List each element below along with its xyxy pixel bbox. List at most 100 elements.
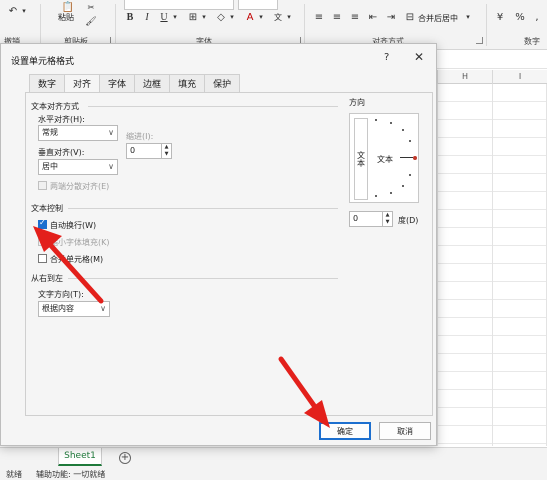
sheet-tab-sheet1[interactable]: Sheet1 (58, 448, 102, 466)
grid-line (492, 84, 493, 446)
format-painter-icon[interactable]: 🖌 (84, 15, 98, 29)
degrees-value: 0 (353, 214, 359, 223)
cancel-button[interactable]: 取消 (379, 422, 431, 440)
add-sheet-button[interactable]: + (119, 452, 131, 464)
group-number-label: 数字 (524, 37, 540, 46)
merge-center-dropdown-icon[interactable]: ▾ (464, 10, 472, 24)
tab-number[interactable]: 数字 (29, 74, 66, 92)
decrease-indent-icon[interactable]: ⇤ (366, 10, 380, 24)
angle-marker (390, 122, 392, 124)
font-size-select[interactable] (238, 0, 278, 10)
section-divider (68, 278, 338, 279)
wrap-text-label: 自动换行(W) (50, 221, 97, 230)
text-control-section-label: 文本控制 (31, 204, 63, 213)
text-direction-label: 文字方向(T): (38, 290, 84, 299)
status-ready: 就绪 (6, 470, 22, 479)
merge-cells-checkbox[interactable] (38, 254, 47, 263)
justify-distributed-checkbox[interactable] (38, 181, 47, 190)
phonetic-icon[interactable]: 文 (271, 10, 285, 24)
undo-dropdown-icon[interactable]: ▾ (20, 4, 28, 18)
merge-center-icon[interactable]: ⊟ (404, 10, 416, 24)
angle-marker (402, 129, 404, 131)
dialog-title: 设置单元格格式 (11, 57, 75, 67)
cut-icon[interactable]: ✂ (84, 0, 98, 14)
close-icon[interactable]: ✕ (414, 50, 424, 64)
orientation-pointer (400, 157, 413, 158)
tab-protection[interactable]: 保护 (204, 74, 241, 92)
tab-fill[interactable]: 填充 (169, 74, 206, 92)
horizontal-align-select[interactable]: 常规 ∨ (38, 125, 118, 141)
ok-button[interactable]: 确定 (319, 422, 371, 440)
justify-distributed-label: 两端分散对齐(E) (50, 182, 110, 191)
ribbon-divider (486, 4, 487, 46)
paste-button-label[interactable]: 粘贴 (58, 12, 74, 23)
section-divider (68, 208, 338, 209)
degrees-label: 度(D) (398, 216, 419, 225)
spinner-arrows-icon[interactable]: ▲ ▼ (382, 212, 392, 226)
orientation-text: 文本 (377, 155, 393, 164)
vertical-align-label: 垂直对齐(V): (38, 148, 85, 157)
accounting-format-icon[interactable]: ¥ (494, 10, 506, 24)
tab-border[interactable]: 边框 (134, 74, 171, 92)
help-button[interactable]: ? (384, 52, 389, 63)
orientation-handle[interactable] (413, 156, 417, 160)
phonetic-dropdown-icon[interactable]: ▾ (285, 10, 293, 24)
text-direction-value: 根据内容 (42, 304, 74, 313)
vertical-align-select[interactable]: 居中 ∨ (38, 159, 118, 175)
align-right-icon[interactable]: ≡ (348, 10, 362, 24)
sheet-tabs-bar: Sheet1 + (0, 447, 547, 467)
degrees-spinner[interactable]: 0 ▲ ▼ (349, 211, 393, 227)
text-direction-select[interactable]: 根据内容 ∨ (38, 301, 110, 317)
orientation-section-label: 方向 (349, 98, 365, 107)
shrink-to-fit-label: 缩小字体填充(K) (50, 238, 110, 247)
undo-icon[interactable]: ↶ (6, 4, 20, 18)
underline-dropdown-icon[interactable]: ▾ (171, 10, 179, 24)
horizontal-align-value: 常规 (42, 128, 58, 137)
font-name-select[interactable] (124, 0, 234, 10)
font-color-dropdown-icon[interactable]: ▾ (257, 10, 265, 24)
column-h-header[interactable]: H (437, 70, 492, 84)
orientation-dial[interactable]: 文本 文本 (349, 113, 419, 203)
chevron-down-icon: ∨ (108, 128, 114, 137)
increase-indent-icon[interactable]: ⇥ (384, 10, 398, 24)
ribbon-divider (40, 4, 41, 46)
vertical-align-value: 居中 (42, 162, 58, 171)
borders-icon[interactable]: ⊞ (186, 10, 200, 24)
borders-dropdown-icon[interactable]: ▾ (200, 10, 208, 24)
font-color-icon[interactable]: A (243, 10, 257, 24)
section-divider (88, 106, 338, 107)
format-cells-dialog: 设置单元格格式 ? ✕ 数字 对齐 字体 边框 填充 保护 文本对齐方式 水平对… (0, 43, 437, 446)
tab-font[interactable]: 字体 (99, 74, 136, 92)
underline-button[interactable]: U (158, 10, 170, 24)
tab-alignment[interactable]: 对齐 (64, 74, 101, 93)
align-center-icon[interactable]: ≡ (330, 10, 344, 24)
fill-color-dropdown-icon[interactable]: ▾ (228, 10, 236, 24)
angle-marker (402, 185, 404, 187)
status-accessibility[interactable]: 辅助功能: 一切就绪 (36, 469, 105, 480)
vertical-text-toggle[interactable]: 文本 (354, 118, 368, 200)
comma-style-button[interactable]: , (532, 10, 542, 24)
shrink-to-fit-checkbox[interactable] (38, 237, 47, 246)
ribbon-divider (304, 4, 305, 46)
merge-center-button[interactable]: 合并后居中 (418, 13, 458, 24)
spinner-arrows-icon[interactable]: ▲ ▼ (161, 144, 171, 158)
horizontal-align-label: 水平对齐(H): (38, 115, 85, 124)
bold-button[interactable]: B (124, 10, 136, 24)
ribbon-divider (115, 4, 116, 46)
column-i-header[interactable]: I (492, 70, 547, 84)
dialog-tabs: 数字 对齐 字体 边框 填充 保护 (29, 74, 241, 93)
wrap-text-checkbox[interactable] (38, 218, 47, 229)
align-left-icon[interactable]: ≡ (312, 10, 326, 24)
angle-marker (409, 140, 411, 142)
status-bar: 就绪 辅助功能: 一切就绪 (0, 467, 547, 480)
indent-value: 0 (130, 146, 136, 155)
alignment-panel: 文本对齐方式 水平对齐(H): 常规 ∨ 缩进(I): 0 ▲ ▼ 垂直对齐(V)… (25, 92, 433, 416)
percent-style-button[interactable]: % (514, 10, 526, 24)
merge-cells-label: 合并单元格(M) (50, 255, 104, 264)
chevron-down-icon: ∨ (108, 162, 114, 171)
fill-color-icon[interactable]: ◇ (214, 10, 228, 24)
alignment-launcher-icon[interactable] (476, 37, 483, 44)
indent-spinner[interactable]: 0 ▲ ▼ (126, 143, 172, 159)
italic-button[interactable]: I (141, 10, 153, 24)
angle-marker (375, 195, 377, 197)
